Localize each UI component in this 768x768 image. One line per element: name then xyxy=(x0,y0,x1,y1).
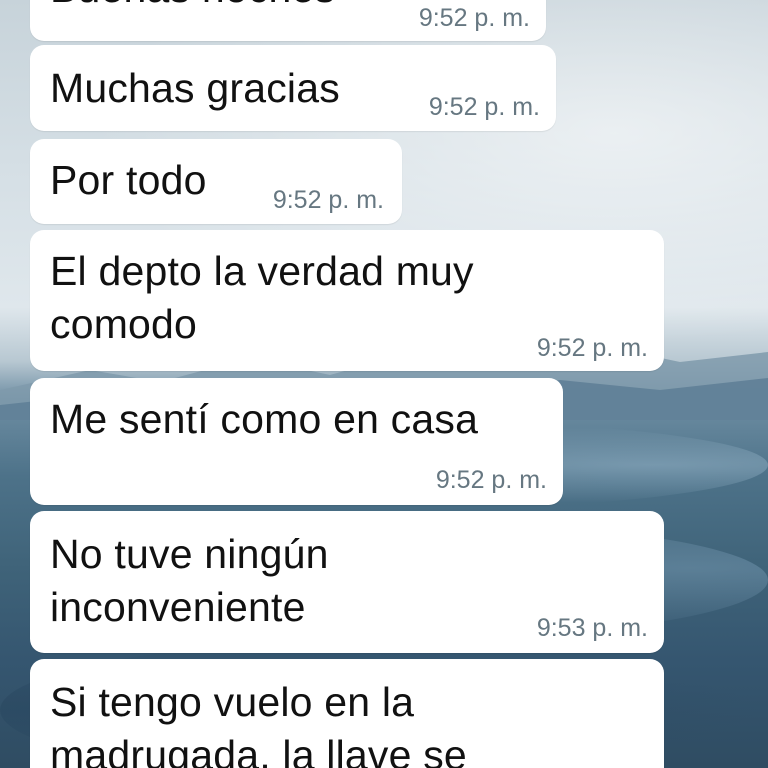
message-timestamp: 9:52 p. m. xyxy=(428,93,540,121)
message-list[interactable]: Buenas noches 9:52 p. m. Muchas gracias … xyxy=(0,0,768,768)
message-timestamp: 9:52 p. m. xyxy=(536,334,648,362)
message-line: Si tengo vuelo en la xyxy=(50,679,415,725)
message-line: Buenas noches xyxy=(50,0,335,15)
message-timestamp: 9:53 p. m. xyxy=(536,614,648,642)
message-line: El depto la verdad muy xyxy=(50,248,474,294)
message-line: No tuve ningún xyxy=(50,531,329,577)
message-text: El depto la verdad muy comodo xyxy=(50,245,474,351)
message-text: Por todo xyxy=(50,154,207,207)
message-line: inconveniente xyxy=(50,584,306,630)
message-timestamp: 9:52 p. m. xyxy=(418,4,530,32)
incoming-message-bubble[interactable]: Por todo 9:52 p. m. xyxy=(30,139,402,224)
message-timestamp: 9:52 p. m. xyxy=(272,186,384,214)
incoming-message-bubble[interactable]: Muchas gracias 9:52 p. m. xyxy=(30,45,556,131)
message-line: madrugada, la llave se xyxy=(50,732,467,768)
incoming-message-bubble[interactable]: El depto la verdad muy comodo 9:52 p. m. xyxy=(30,230,664,371)
message-line: comodo xyxy=(50,301,198,347)
message-timestamp: 9:52 p. m. xyxy=(435,466,547,494)
message-line: Me sentí como en casa xyxy=(50,396,479,442)
incoming-message-bubble[interactable]: Si tengo vuelo en la madrugada, la llave… xyxy=(30,659,664,768)
incoming-message-bubble[interactable]: No tuve ningún inconveniente 9:53 p. m. xyxy=(30,511,664,653)
message-text: Si tengo vuelo en la madrugada, la llave… xyxy=(50,676,467,768)
incoming-message-bubble[interactable]: Me sentí como en casa 9:52 p. m. xyxy=(30,378,563,505)
message-text: Muchas gracias xyxy=(50,62,340,115)
message-text: Buenas noches xyxy=(50,0,335,15)
message-text: No tuve ningún inconveniente xyxy=(50,528,329,634)
message-line: Muchas gracias xyxy=(50,65,340,111)
incoming-message-bubble[interactable]: Buenas noches 9:52 p. m. xyxy=(30,0,546,41)
message-line: Por todo xyxy=(50,157,207,203)
message-text: Me sentí como en casa xyxy=(50,393,478,446)
